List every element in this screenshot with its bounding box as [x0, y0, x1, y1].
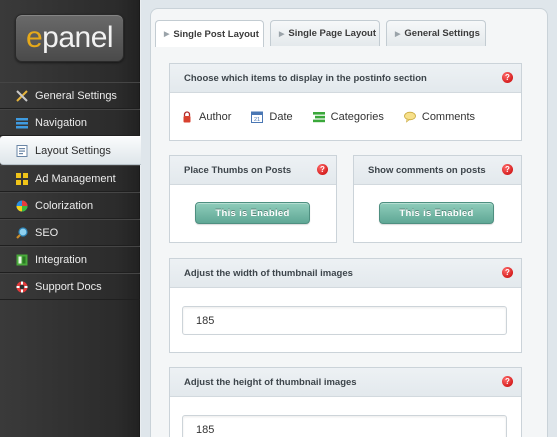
- date-icon: 21: [251, 111, 264, 123]
- section-title: Choose which items to display in the pos…: [184, 72, 427, 84]
- colorization-icon: [16, 200, 28, 212]
- place-thumbs-heading: Place Thumbs on Posts ?: [170, 156, 336, 185]
- thumbnail-width-input[interactable]: [182, 306, 507, 335]
- sidebar-item-label: Navigation: [35, 116, 87, 129]
- seo-icon: [16, 226, 28, 239]
- option-label: Author: [199, 111, 232, 123]
- tab-label: Single Page Layout: [288, 28, 377, 39]
- epanel-logo: e panel: [15, 14, 124, 62]
- postinfo-option-date[interactable]: 21 Date: [251, 111, 293, 123]
- place-thumbs-toggle-button[interactable]: This is Enabled: [195, 202, 310, 224]
- postinfo-option-categories[interactable]: Categories: [312, 111, 384, 123]
- tab-arrow-icon: ▶: [279, 30, 285, 38]
- help-icon[interactable]: ?: [317, 164, 328, 175]
- postinfo-option-comments[interactable]: Comments: [403, 111, 476, 123]
- tab-single-page-layout[interactable]: ▶ Single Page Layout: [270, 20, 380, 46]
- help-icon[interactable]: ?: [502, 72, 513, 83]
- tab-label: Single Post Layout: [173, 28, 259, 40]
- sidebar-nav: General Settings Navigation Layout Setti…: [0, 82, 141, 300]
- ad-management-icon: [16, 172, 28, 185]
- sidebar-item-ad-management[interactable]: Ad Management: [0, 165, 140, 192]
- tools-icon: [16, 89, 28, 102]
- sidebar-item-integration[interactable]: Integration: [0, 246, 140, 273]
- sidebar-item-general-settings[interactable]: General Settings: [0, 82, 140, 109]
- thumbnail-height-input[interactable]: [182, 415, 507, 437]
- postinfo-option-author[interactable]: Author: [181, 111, 231, 123]
- show-comments-heading: Show comments on posts ?: [354, 156, 521, 185]
- show-comments-toggle-button[interactable]: This is Enabled: [379, 202, 494, 224]
- thumbnail-height-section: Adjust the height of thumbnail images ?: [169, 367, 522, 437]
- postinfo-section: Choose which items to display in the pos…: [169, 63, 522, 141]
- tab-general-settings[interactable]: ▶ General Settings: [386, 20, 486, 46]
- section-title: Adjust the height of thumbnail images: [184, 376, 357, 388]
- sidebar-item-support-docs[interactable]: Support Docs: [0, 273, 140, 300]
- tab-single-post-layout[interactable]: ▶ Single Post Layout: [155, 20, 264, 47]
- sidebar-item-label: Support Docs: [35, 280, 102, 293]
- place-thumbs-section: Place Thumbs on Posts ? This is Enabled: [169, 155, 337, 243]
- sidebar-item-colorization[interactable]: Colorization: [0, 192, 140, 219]
- integration-icon: [16, 254, 28, 266]
- tab-label: General Settings: [404, 28, 480, 39]
- main-area: ▶ Single Post Layout ▶ Single Page Layou…: [141, 0, 557, 437]
- help-icon[interactable]: ?: [502, 267, 513, 278]
- thumbnail-width-section: Adjust the width of thumbnail images ?: [169, 258, 522, 353]
- sidebar-item-seo[interactable]: SEO: [0, 219, 140, 246]
- logo-text-e: e: [25, 21, 43, 54]
- sidebar-item-label: SEO: [35, 226, 59, 239]
- postinfo-options: Author 21 Date Categories Comments: [170, 93, 521, 141]
- option-label: Categories: [330, 111, 384, 123]
- author-icon: [181, 111, 193, 123]
- postinfo-heading: Choose which items to display in the pos…: [170, 64, 521, 93]
- thumbnail-width-heading: Adjust the width of thumbnail images ?: [170, 259, 521, 288]
- layout-icon: [16, 144, 28, 157]
- show-comments-section: Show comments on posts ? This is Enabled: [353, 155, 522, 243]
- section-title: Adjust the width of thumbnail images: [184, 267, 353, 279]
- comments-icon: [403, 111, 416, 123]
- sidebar-item-layout-settings[interactable]: Layout Settings: [0, 136, 141, 165]
- sidebar-item-navigation[interactable]: Navigation: [0, 109, 140, 136]
- sidebar-item-label: Colorization: [35, 199, 94, 212]
- tab-arrow-icon: ▶: [395, 30, 401, 38]
- support-icon: [16, 281, 28, 293]
- help-icon[interactable]: ?: [502, 164, 513, 175]
- sidebar-item-label: Layout Settings: [35, 144, 111, 157]
- thumbnail-height-heading: Adjust the height of thumbnail images ?: [170, 368, 521, 397]
- section-title: Place Thumbs on Posts: [184, 164, 292, 176]
- navigation-icon: [16, 117, 28, 129]
- svg-text:21: 21: [254, 117, 260, 123]
- tab-arrow-icon: ▶: [164, 31, 170, 38]
- option-label: Date: [269, 111, 293, 123]
- help-icon[interactable]: ?: [502, 376, 513, 387]
- categories-icon: [312, 111, 325, 123]
- logo-text-panel: panel: [42, 21, 114, 54]
- sidebar-item-label: General Settings: [35, 89, 117, 102]
- sidebar-item-label: Ad Management: [35, 172, 116, 185]
- sidebar-item-label: Integration: [35, 253, 87, 266]
- option-label: Comments: [421, 111, 476, 123]
- section-title: Show comments on posts: [368, 164, 486, 176]
- sidebar: e panel General Settings Navigation Layou…: [0, 0, 141, 437]
